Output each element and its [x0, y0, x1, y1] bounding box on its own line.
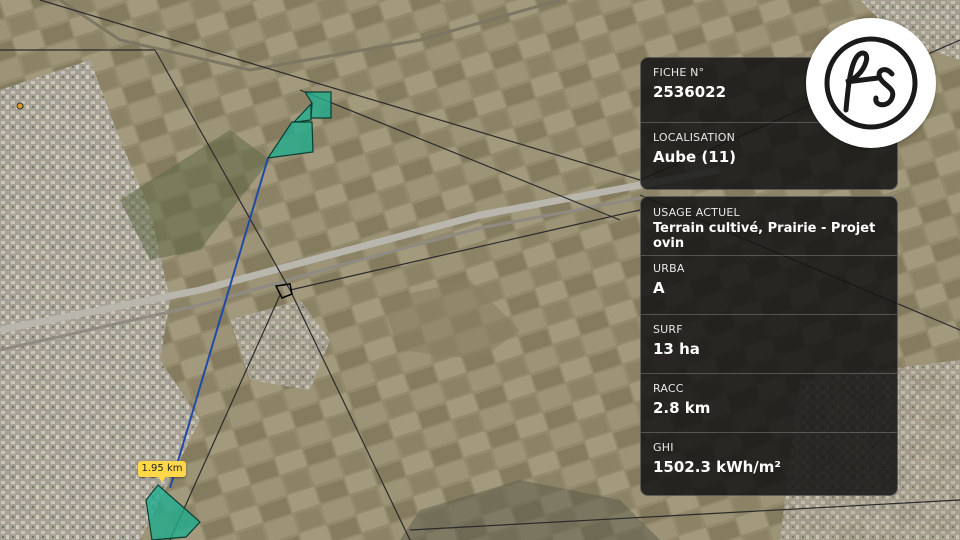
surf-label: SURF	[653, 323, 683, 336]
urba-value: A	[653, 279, 665, 297]
distance-badge: 1.95 km	[138, 461, 186, 482]
racc-value: 2.8 km	[653, 399, 711, 417]
urba-label: URBA	[653, 262, 685, 275]
localisation-value: Aube (11)	[653, 148, 737, 166]
point-marker[interactable]	[16, 102, 24, 110]
surf-value: 13 ha	[653, 340, 700, 358]
ghi-label: GHI	[653, 441, 674, 454]
field-racc: RACC 2.8 km	[641, 374, 897, 433]
field-urba: URBA A	[641, 256, 897, 315]
usage-label: USAGE ACTUEL	[653, 206, 740, 219]
field-usage: USAGE ACTUEL Terrain cultivé, Prairie - …	[641, 197, 897, 256]
usage-value: Terrain cultivé, Prairie - Projet ovin	[653, 221, 876, 251]
racc-label: RACC	[653, 382, 684, 395]
fs-logo-icon	[824, 36, 918, 130]
field-ghi: GHI 1502.3 kWh/m²	[641, 433, 897, 495]
info-card-details: USAGE ACTUEL Terrain cultivé, Prairie - …	[640, 196, 898, 496]
ghi-value: 1502.3 kWh/m²	[653, 458, 781, 476]
brand-logo	[806, 18, 936, 148]
field-surf: SURF 13 ha	[641, 315, 897, 374]
